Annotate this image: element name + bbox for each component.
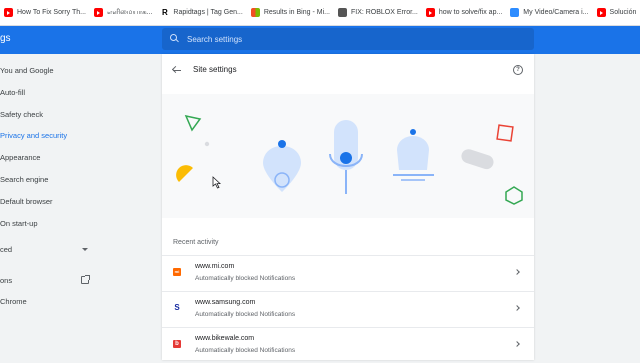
chevron-right-icon xyxy=(514,269,520,275)
help-icon[interactable]: ? xyxy=(513,65,523,75)
bookmark-item[interactable]: Solución xyxy=(593,0,640,25)
sidebar-item-label: ons xyxy=(0,276,13,285)
open-in-new-icon xyxy=(81,275,90,284)
sidebar-item-extensions[interactable]: ons xyxy=(0,275,92,286)
bookmark-item[interactable]: Results in Bing - Mi... xyxy=(247,0,334,25)
triangle-shape xyxy=(184,114,202,132)
fix-icon xyxy=(337,8,347,17)
sidebar-item-autofill[interactable]: Auto-fill xyxy=(0,88,25,97)
sidebar-item-on-startup[interactable]: On start-up xyxy=(0,219,38,228)
youtube-icon xyxy=(596,8,606,17)
search-icon xyxy=(170,34,180,44)
youtube-icon xyxy=(425,8,435,17)
dot-shape xyxy=(204,141,210,147)
pill-shape xyxy=(461,149,494,170)
sidebar-item-you-and-google[interactable]: You and Google xyxy=(0,66,54,75)
sidebar-item-appearance[interactable]: Appearance xyxy=(0,153,40,162)
sidebar-item-about-chrome[interactable]: Chrome xyxy=(0,297,27,306)
bookmark-item[interactable]: My Video/Camera i... xyxy=(506,0,592,25)
site-favicon: b xyxy=(173,340,181,348)
recent-activity-heading: Recent activity xyxy=(173,239,219,246)
bookmark-item[interactable]: how to solve/fix ap... xyxy=(422,0,506,25)
settings-header: gs Search settings xyxy=(0,26,640,54)
sidebar-item-label: ced xyxy=(0,245,13,254)
site-settings-card: Site settings ? Recent activity mi www.m… xyxy=(162,54,534,360)
header-title: gs xyxy=(0,33,11,44)
back-arrow-icon[interactable] xyxy=(172,66,182,74)
bookmark-item[interactable]: FIX: ROBLOX Error... xyxy=(334,0,422,25)
bookmark-item[interactable]: எளிமையாக... xyxy=(90,0,156,25)
site-status: Automatically blocked Notifications xyxy=(195,311,296,318)
half-circle-shape xyxy=(176,165,193,182)
youtube-icon xyxy=(4,8,13,17)
bookmarks-bar: How To Fix Sorry Th... எளிமையாக... R Rapi… xyxy=(0,0,640,26)
site-status: Automatically blocked Notifications xyxy=(195,347,296,354)
site-favicon: mi xyxy=(173,268,181,276)
location-pin-icon xyxy=(263,146,301,192)
youtube-icon xyxy=(93,8,103,17)
site-name: www.mi.com xyxy=(195,263,235,270)
chevron-right-icon xyxy=(514,341,520,347)
search-placeholder: Search settings xyxy=(187,34,243,44)
site-status: Automatically blocked Notifications xyxy=(195,275,296,282)
site-name: www.samsung.com xyxy=(195,299,256,306)
sidebar-item-advanced[interactable]: ced xyxy=(0,245,90,255)
settings-sidebar: You and Google Auto-fill Safety check Pr… xyxy=(0,54,150,360)
bookmark-item[interactable]: R Rapidtags | Tag Gen... xyxy=(156,0,246,25)
search-settings-input[interactable]: Search settings xyxy=(162,28,534,50)
location-dot xyxy=(278,140,286,148)
zoom-icon xyxy=(510,8,520,17)
microphone-dot xyxy=(340,152,352,164)
site-row-bikewale[interactable]: b www.bikewale.com Automatically blocked… xyxy=(162,327,534,363)
site-row-samsung[interactable]: S www.samsung.com Automatically blocked … xyxy=(162,291,534,327)
site-row-mi[interactable]: mi www.mi.com Automatically blocked Noti… xyxy=(162,255,534,291)
square-shape xyxy=(496,124,514,142)
chevron-down-icon xyxy=(82,248,88,251)
site-name: www.bikewale.com xyxy=(195,335,255,342)
site-favicon: S xyxy=(174,303,180,312)
sidebar-item-safety-check[interactable]: Safety check xyxy=(0,110,43,119)
sidebar-item-default-browser[interactable]: Default browser xyxy=(0,197,53,206)
bookmark-item[interactable]: How To Fix Sorry Th... xyxy=(0,0,90,25)
page-title: Site settings xyxy=(193,65,237,74)
rapidtags-icon: R xyxy=(162,8,168,17)
mouse-cursor-icon xyxy=(212,176,222,189)
sidebar-item-privacy-and-security[interactable]: Privacy and security xyxy=(0,131,67,140)
chevron-right-icon xyxy=(514,305,520,311)
site-settings-illustration xyxy=(162,94,534,218)
sidebar-item-search-engine[interactable]: Search engine xyxy=(0,175,48,184)
microsoft-icon xyxy=(250,8,260,17)
bell-icon xyxy=(397,136,429,170)
bell-dot xyxy=(410,129,416,135)
hexagon-shape xyxy=(505,186,523,205)
